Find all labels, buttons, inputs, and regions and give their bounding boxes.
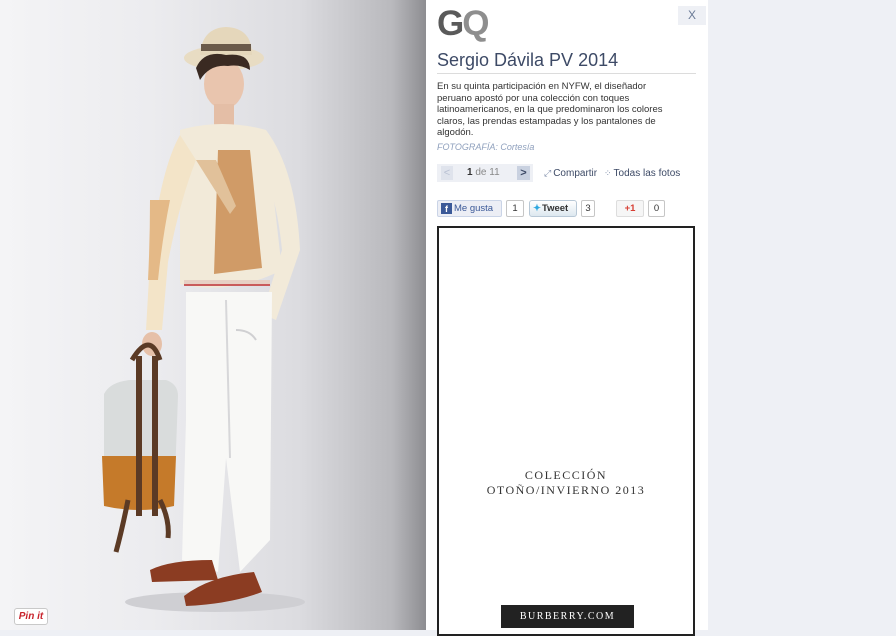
model-photo-illustration: [102, 27, 305, 612]
all-photos-link[interactable]: ⁘ Todas las fotos: [604, 168, 680, 179]
gallery-description: En su quinta participación en NYFW, el d…: [437, 81, 663, 138]
ad-brand-button[interactable]: BURBERRY.COM: [501, 605, 634, 628]
photo-pager: < 1 de 11 >: [437, 164, 533, 182]
credit-name: Cortesía: [500, 142, 535, 152]
previous-photo-button[interactable]: <: [441, 166, 453, 180]
all-photos-label: Todas las fotos: [613, 168, 681, 179]
gallery-title: Sergio Dávila PV 2014: [437, 50, 619, 70]
gq-logo[interactable]: GQ: [437, 4, 489, 44]
page-background: [708, 0, 896, 630]
gallery-photo[interactable]: Pin it: [0, 0, 426, 630]
grid-icon: ⁘: [604, 168, 612, 178]
photo-credit: FOTOGRAFÍA: Cortesía: [437, 142, 534, 152]
share-label: Compartir: [553, 168, 598, 179]
facebook-icon: f: [441, 203, 452, 214]
total-photos-number: 11: [489, 167, 500, 178]
pin-it-button[interactable]: Pin it: [14, 608, 48, 625]
current-photo-number: 1: [467, 167, 473, 178]
facebook-like-button[interactable]: f Me gusta: [437, 200, 502, 217]
facebook-like-count: 1: [506, 200, 524, 217]
gallery-info-panel: GQ X Sergio Dávila PV 2014 En su quinta …: [426, 0, 708, 636]
credit-label: FOTOGRAFÍA:: [437, 142, 498, 152]
ad-line-2: OTOÑO/INVIERNO 2013: [486, 483, 646, 497]
tweet-label: Tweet: [541, 203, 569, 214]
google-plus-count: 0: [648, 200, 665, 217]
next-photo-button[interactable]: >: [517, 166, 530, 180]
advertisement-banner[interactable]: COLECCIÓN OTOÑO/INVIERNO 2013 BURBERRY.C…: [437, 226, 695, 636]
ad-headline: COLECCIÓN OTOÑO/INVIERNO 2013: [439, 468, 693, 498]
tweet-button[interactable]: ✦Tweet: [529, 200, 577, 217]
google-plus-label: +1: [624, 203, 636, 214]
ad-line-1: COLECCIÓN: [524, 468, 608, 482]
title-divider: [437, 73, 696, 74]
logo-letter-g: G: [437, 4, 464, 43]
google-plus-button[interactable]: +1: [616, 200, 644, 217]
logo-letter-q: Q: [462, 4, 489, 43]
facebook-like-label: Me gusta: [454, 203, 494, 214]
share-icon: ⤢: [544, 168, 552, 178]
counter-of-label: de: [475, 167, 487, 178]
twitter-bird-icon: ✦: [533, 203, 541, 214]
close-button[interactable]: X: [678, 6, 706, 25]
share-link[interactable]: ⤢ Compartir: [544, 168, 597, 179]
tweet-count: 3: [581, 200, 595, 217]
photo-counter: 1 de 11: [467, 167, 500, 178]
